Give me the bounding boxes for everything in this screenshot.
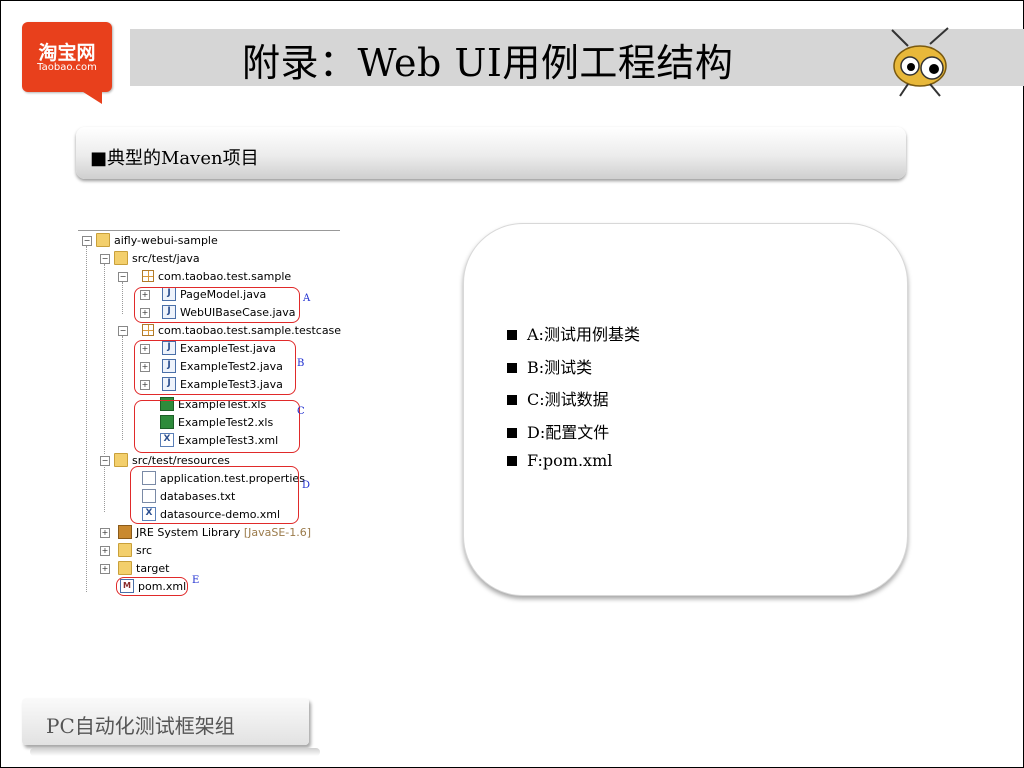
tree-guide-line: [86, 246, 87, 592]
tree-item-root[interactable]: aifly-webui-sample: [96, 232, 218, 249]
marker-d: D: [302, 480, 311, 491]
expand-toggle[interactable]: +: [100, 528, 110, 538]
tree-guide-line: [104, 264, 105, 454]
marker-b: B: [297, 358, 305, 369]
tree-item-jre[interactable]: JRE System Library [JavaSE-1.6]: [118, 524, 311, 541]
tree-item-label: src/test/java: [132, 252, 200, 265]
tree-item-label: com.taobao.test.sample: [158, 270, 292, 283]
package-icon: [142, 270, 154, 282]
tree-item-label: src: [136, 544, 153, 557]
legend-item-c: C:测试数据: [507, 386, 640, 419]
tree-item-label: com.taobao.test.sample.testcase: [158, 324, 342, 337]
legend-callout: A:测试用例基类 B:测试类 C:测试数据 D:配置文件 F:pom.xml: [463, 223, 908, 596]
tree-item-label: aifly-webui-sample: [114, 234, 218, 247]
legend-item-d: D:配置文件: [507, 419, 640, 452]
source-folder-icon: [114, 453, 128, 467]
legend-item-text: B:测试类: [527, 357, 593, 377]
bullet-icon: [507, 330, 517, 340]
tree-guide-line: [122, 282, 123, 314]
folder-icon: [118, 561, 132, 575]
tree-item-src-test-java[interactable]: src/test/java: [114, 250, 200, 267]
project-folder-icon: [96, 233, 110, 247]
tree-item-label: JRE System Library: [136, 526, 241, 539]
highlight-box-b: [134, 340, 296, 395]
tree-item-pkg-sample[interactable]: com.taobao.test.sample: [142, 268, 291, 285]
expand-toggle[interactable]: +: [100, 564, 110, 574]
jre-version-label: [JavaSE-1.6]: [243, 526, 312, 539]
project-tree: − aifly-webui-sample − src/test/java − c…: [78, 230, 341, 598]
bullet-icon: [507, 362, 517, 373]
legend-item-text: C:测试数据: [527, 390, 609, 409]
highlight-box-c: [134, 400, 300, 453]
footer-shadow: [30, 748, 320, 756]
footer-label-box: PC自动化测试框架组: [22, 698, 309, 745]
tree-top-border: [78, 230, 340, 231]
source-folder-icon: [114, 251, 128, 265]
ant-mascot-icon: [891, 27, 949, 97]
marker-a: A: [303, 293, 311, 304]
library-icon: [118, 525, 132, 539]
slide-title: 附录：Web UI用例工程结构: [242, 41, 734, 85]
package-icon: [142, 324, 154, 336]
legend-item-f: F:pom.xml: [507, 451, 640, 484]
section-header: ■典型的Maven项目: [76, 127, 906, 179]
legend-item-b: B:测试类: [507, 354, 640, 387]
expand-toggle[interactable]: −: [100, 254, 110, 264]
expand-toggle[interactable]: −: [82, 236, 92, 246]
expand-toggle[interactable]: +: [100, 546, 110, 556]
highlight-box-d: [130, 466, 299, 524]
bullet-icon: [507, 456, 517, 466]
tree-item-src[interactable]: src: [118, 542, 152, 559]
highlight-box-a: [134, 287, 300, 323]
legend-item-text: D:配置文件: [527, 422, 610, 442]
tree-item-target[interactable]: target: [118, 560, 169, 577]
taobao-logo: 淘宝网 Taobao.com: [22, 22, 112, 104]
tree-item-pkg-testcase[interactable]: com.taobao.test.sample.testcase: [142, 322, 341, 339]
expand-toggle[interactable]: −: [118, 326, 128, 336]
footer-text: PC自动化测试框架组: [46, 714, 235, 738]
tree-item-label: target: [136, 562, 170, 575]
logo-cn-text: 淘宝网: [38, 42, 96, 64]
legend-item-text: F:pom.xml: [527, 451, 613, 470]
section-header-text: ■典型的Maven项目: [90, 148, 259, 169]
marker-c: C: [297, 406, 305, 417]
legend-list: A:测试用例基类 B:测试类 C:测试数据 D:配置文件 F:pom.xml: [507, 321, 640, 484]
highlight-box-e: [116, 577, 188, 596]
logo-en-text: Taobao.com: [37, 62, 97, 73]
bullet-icon: [507, 427, 517, 438]
marker-e: E: [192, 575, 200, 586]
expand-toggle[interactable]: −: [118, 272, 128, 282]
folder-icon: [118, 543, 132, 557]
tree-guide-line: [104, 462, 105, 512]
tree-guide-line: [122, 336, 123, 440]
legend-item-a: A:测试用例基类: [507, 321, 640, 354]
expand-toggle[interactable]: −: [100, 456, 110, 466]
bullet-icon: [507, 395, 517, 405]
legend-item-text: A:测试用例基类: [527, 325, 640, 344]
